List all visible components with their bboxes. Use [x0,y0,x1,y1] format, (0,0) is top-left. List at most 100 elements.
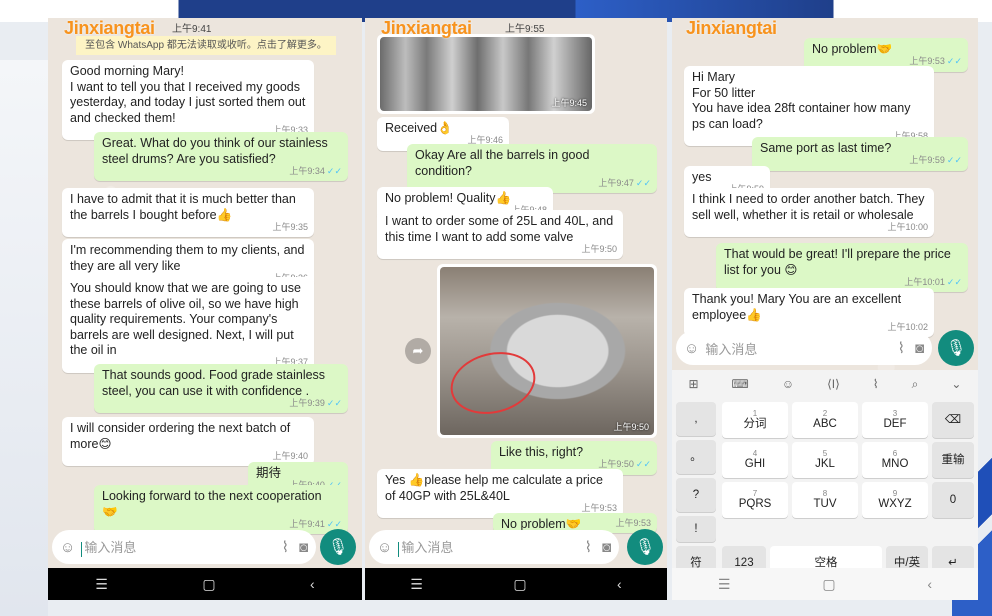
chat-bubble[interactable]: Good morning Mary! I want to tell you th… [62,60,314,140]
read-ticks-icon: ✓✓ [326,165,342,176]
chat-bubble[interactable]: Great. What do you think of our stainles… [94,132,348,181]
message-text: I think I need to order another batch. T… [692,192,925,222]
message-text: I want to order some of 25L and 40L, and… [385,214,614,244]
back-icon[interactable]: ‹ [927,576,932,592]
image-message-barrels[interactable]: 上午9:45 [377,34,595,114]
menu-icon[interactable]: ☰ [410,576,423,593]
android-navbar: ☰ ▢ ‹ [365,568,667,600]
watermark: Jinxiangtai [686,18,777,38]
read-ticks-icon: ✓✓ [635,459,651,469]
phone-screenshot-1: Jinxiangtai 上午9:41 至包含 WhatsApp 都无法读取或收听… [48,18,362,600]
chat-bubble[interactable]: I want to order some of 25L and 40L, and… [377,210,623,259]
chat-bubble[interactable]: I think I need to order another batch. T… [684,188,934,237]
key-6[interactable]: 6 MNO [862,442,928,478]
key-8[interactable]: 8 TUV [792,482,858,518]
message-text: That would be great! I'll prepare the pr… [724,247,951,277]
text-caret [81,541,83,557]
chat-bubble[interactable]: I will consider ordering the next batch … [62,417,314,466]
mic-button[interactable]: 🎙 [320,529,356,565]
android-navbar: ☰ ▢ ‹ [672,568,978,600]
valve-highlight-circle [444,343,542,423]
text-caret [398,541,400,557]
chat-bubble[interactable]: Looking forward to the next cooperation … [94,485,348,534]
message-time: 上午9:45 [551,98,587,108]
keyboard-toolbar: ⊞ ⌨ ☺ ⟨I⟩ ⌇ ⌕ ⌄ [672,370,978,398]
message-text: Looking forward to the next cooperation … [102,489,322,519]
image-message-valve[interactable]: 上午9:50 [437,264,657,438]
message-input[interactable]: ☺ 输入消息 ⌇ ◙ [369,530,619,564]
chat-bubble[interactable]: Hi Mary For 50 litter You have idea 28ft… [684,66,934,146]
camera-icon[interactable]: ◙ [299,539,308,556]
message-time: 上午9:53 [909,56,945,66]
search-icon[interactable]: ⌕ [912,377,919,392]
chat-bubble[interactable]: Same port as last time? 上午9:59 ✓✓ [752,137,968,171]
key-punct[interactable]: ? [676,478,716,512]
emoji-icon[interactable]: ☺ [377,539,392,556]
home-icon[interactable]: ▢ [202,576,215,593]
message-time: 上午10:01 [904,276,945,287]
chat-bubble[interactable]: You should know that we are going to use… [62,277,314,373]
back-icon[interactable]: ‹ [617,576,622,592]
message-time: 上午9:50 [598,459,634,469]
attach-icon[interactable]: ⌇ [898,339,905,357]
key-punct[interactable]: ! [676,516,716,542]
message-text: Hi Mary For 50 litter You have idea 28ft… [692,70,911,131]
keyboard-icon[interactable]: ⌨ [732,377,749,391]
key-4[interactable]: 4 GHI [722,442,788,478]
key-9[interactable]: 9 WXYZ [862,482,928,518]
key-punct[interactable]: 。 [676,440,716,474]
delete-key[interactable]: ⌫ [932,402,974,438]
emoji-icon[interactable]: ☺ [782,377,794,391]
mic-button[interactable]: 🎙 [938,330,974,366]
phone-screenshot-2: Jinxiangtai 上午9:55 上午9:45 Received👌 上午9:… [365,18,667,600]
valve-photo [440,267,654,435]
mic-button[interactable]: 🎙 [627,529,663,565]
grid-icon[interactable]: ⊞ [688,377,698,391]
message-time: 上午9:35 [272,221,308,232]
message-text: Good morning Mary! I want to tell you th… [70,64,306,125]
message-input[interactable]: ☺ 输入消息 ⌇ ◙ [676,331,932,365]
mic-icon: 🎙 [945,340,967,357]
key-3[interactable]: 3 DEF [862,402,928,438]
home-icon[interactable]: ▢ [513,576,526,593]
forward-icon[interactable]: ➦ [405,338,431,364]
phone-screenshot-3: Jinxiangtai No problem🤝 上午9:53 ✓✓ Hi Mary… [672,18,978,600]
key-punct[interactable]: , [676,402,716,436]
chat-bubble[interactable]: Thank you! Mary You are an excellent emp… [684,288,934,337]
emoji-icon[interactable]: ☺ [684,340,699,357]
attach-icon[interactable]: ⌇ [282,538,289,556]
collapse-icon[interactable]: ⌄ [951,377,961,391]
camera-icon[interactable]: ◙ [915,340,924,357]
menu-icon[interactable]: ☰ [718,576,731,593]
message-time: 上午9:50 [581,243,617,254]
message-text: I will consider ordering the next batch … [70,421,291,451]
message-text: Great. What do you think of our stainles… [102,136,328,166]
key-2[interactable]: 2 ABC [792,402,858,438]
cursor-icon[interactable]: ⟨I⟩ [827,377,840,391]
key-5[interactable]: 5 JKL [792,442,858,478]
zero-key[interactable]: 0 [932,482,974,518]
clip-icon[interactable]: ⌇ [873,377,879,391]
key-7[interactable]: 7 PQRS [722,482,788,518]
home-icon[interactable]: ▢ [822,576,835,593]
chat-bubble[interactable]: That sounds good. Food grade stainless s… [94,364,348,413]
back-icon[interactable]: ‹ [310,576,315,592]
chat-bubble[interactable]: Okay Are all the barrels in good conditi… [407,144,657,193]
input-placeholder: 输入消息 [84,540,137,556]
chat-bubble[interactable]: That would be great! I'll prepare the pr… [716,243,968,292]
key-1[interactable]: 1 分词 [722,402,788,438]
emoji-icon[interactable]: ☺ [60,539,75,556]
attach-icon[interactable]: ⌇ [585,538,592,556]
watermark: Jinxiangtai [381,18,472,38]
read-ticks-icon: ✓✓ [326,518,342,529]
chat-bubble[interactable]: Yes 👍please help me calculate a price of… [377,469,623,518]
watermark: Jinxiangtai [64,18,155,38]
camera-icon[interactable]: ◙ [602,539,611,556]
status-time: 上午9:41 [172,24,212,35]
reenter-key[interactable]: 重输 [932,442,974,478]
input-placeholder: 输入消息 [401,540,454,556]
message-input[interactable]: ☺ 输入消息 ⌇ ◙ [52,530,316,564]
message-time: 上午9:59 [909,155,945,165]
menu-icon[interactable]: ☰ [95,576,108,593]
chat-bubble[interactable]: I have to admit that it is much better t… [62,188,314,237]
